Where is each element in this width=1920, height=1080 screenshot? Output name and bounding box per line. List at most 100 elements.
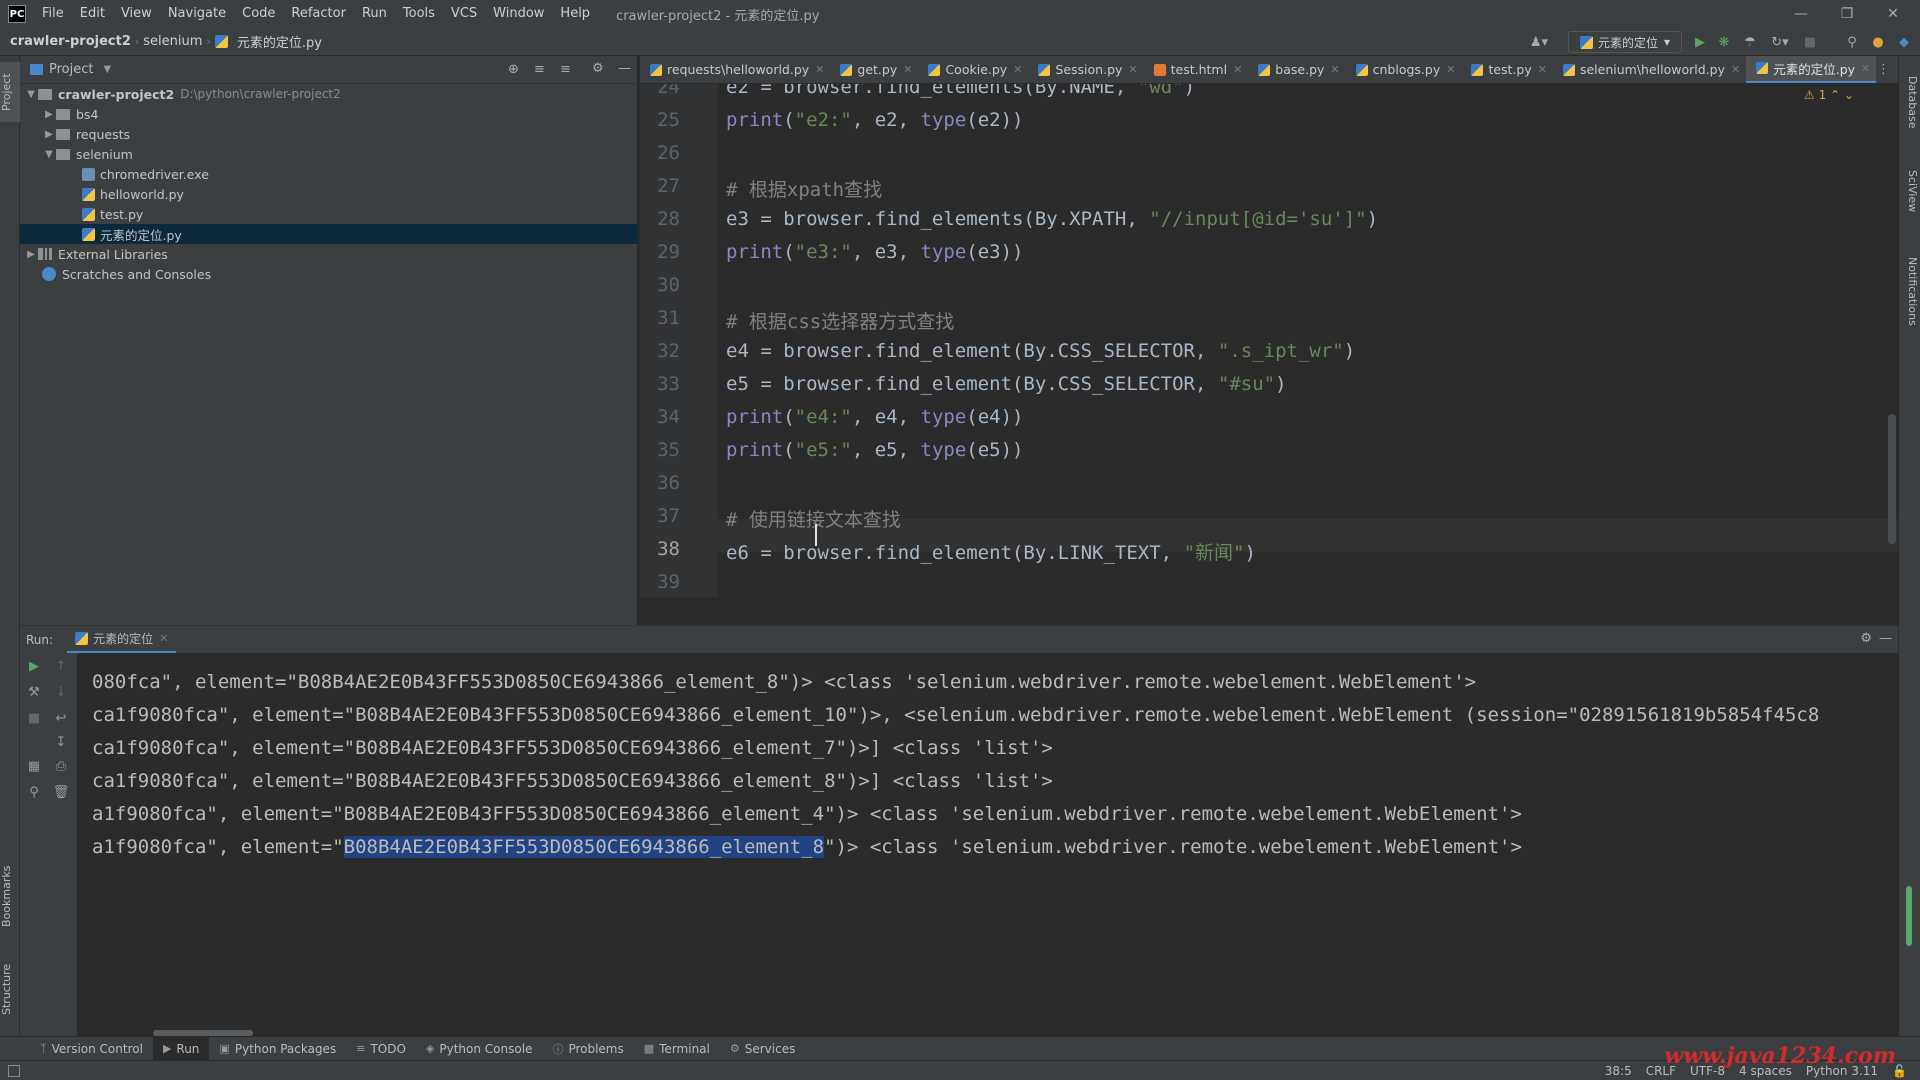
close-window-icon[interactable]: ✕ (1870, 0, 1916, 28)
tree-item-scratches[interactable]: Scratches and Consoles (20, 264, 638, 284)
update-icon[interactable]: ● (1868, 31, 1888, 53)
gear-icon[interactable]: ⚙ (1860, 631, 1872, 646)
run-config-select[interactable]: 元素的定位 ▾ (1568, 31, 1682, 53)
tool-python-console[interactable]: ◈ Python Console (416, 1037, 543, 1061)
close-icon[interactable]: ✕ (1731, 63, 1740, 76)
tree-item-element-locate[interactable]: 元素的定位.py (20, 224, 638, 244)
menu-refactor[interactable]: Refactor (283, 0, 354, 28)
menu-tools[interactable]: Tools (395, 0, 443, 28)
notifications-tool-tab[interactable]: Notifications (1899, 236, 1919, 346)
code-line[interactable]: # 使用链接文本查找 (726, 505, 901, 532)
bookmarks-tool-tab[interactable]: Bookmarks (0, 856, 20, 936)
status-caret-position[interactable]: 38:5 (1598, 1064, 1639, 1078)
up-arrow-icon[interactable]: ↑ (52, 657, 70, 675)
code-line[interactable]: e2 = browser.find_elements(By.NAME, "wd"… (726, 84, 1195, 98)
rerun-icon[interactable]: ▶ (25, 657, 43, 675)
menu-view[interactable]: View (113, 0, 160, 28)
code-line[interactable]: e4 = browser.find_element(By.CSS_SELECTO… (726, 340, 1355, 362)
tool-terminal[interactable]: ▩ Terminal (634, 1037, 720, 1061)
layout-icon[interactable]: ▦ (25, 757, 43, 775)
console-line[interactable]: a1f9080fca", element="B08B4AE2E0B43FF553… (92, 803, 1522, 825)
tree-item-chromedriver[interactable]: chromedriver.exe (20, 164, 638, 184)
menu-navigate[interactable]: Navigate (160, 0, 234, 28)
close-icon[interactable]: ✕ (815, 63, 824, 76)
minimize-icon[interactable]: — (1778, 0, 1824, 28)
editor-scrollbar[interactable] (1888, 414, 1896, 544)
console-line[interactable]: ca1f9080fca", element="B08B4AE2E0B43FF55… (92, 770, 1053, 792)
close-icon[interactable]: ✕ (1330, 63, 1339, 76)
console-line[interactable]: a1f9080fca", element="B08B4AE2E0B43FF553… (92, 836, 1522, 858)
menu-code[interactable]: Code (234, 0, 283, 28)
close-icon[interactable]: ✕ (1013, 63, 1022, 76)
tree-item-requests[interactable]: ▶ requests (20, 124, 638, 144)
code-line[interactable]: # 根据xpath查找 (726, 175, 882, 202)
run-icon[interactable]: ▶ (1690, 31, 1710, 53)
tool-problems[interactable]: ⓘ Problems (542, 1037, 633, 1061)
locate-icon[interactable]: ⊕ (508, 62, 519, 77)
structure-tool-tab[interactable]: Structure (0, 954, 20, 1024)
code-line[interactable]: print("e2:", e2, type(e2)) (726, 109, 1023, 131)
tab-test-html[interactable]: test.html ✕ (1144, 56, 1249, 83)
run-tab[interactable]: 元素的定位 ✕ (67, 626, 177, 654)
breadcrumb-file[interactable]: 元素的定位.py (233, 32, 326, 51)
tree-item-selenium[interactable]: ▼ selenium (20, 144, 638, 164)
wrench-icon[interactable]: ⚒ (25, 683, 43, 701)
tree-item-bs4[interactable]: ▶ bs4 (20, 104, 638, 124)
close-icon[interactable]: ✕ (1538, 63, 1547, 76)
warning-indicator[interactable]: ⚠ 1 ⌃ ⌄ (1804, 88, 1854, 102)
trash-icon[interactable]: 🗑 (52, 783, 70, 801)
chevron-down-icon[interactable]: ▼ (103, 64, 111, 75)
tool-python-packages[interactable]: ▣ Python Packages (209, 1037, 346, 1061)
sciview-tool-tab[interactable]: SciView (1899, 156, 1919, 226)
project-tool-tab[interactable]: Project (0, 62, 20, 122)
code-line[interactable]: e6 = browser.find_element(By.LINK_TEXT, … (726, 538, 1256, 565)
database-tool-tab[interactable]: Database (1899, 62, 1919, 142)
search-icon[interactable]: ⚲ (1842, 31, 1862, 53)
tab-session[interactable]: Session.py ✕ (1028, 56, 1143, 83)
tab-test[interactable]: test.py ✕ (1461, 56, 1553, 83)
tree-item-external-libraries[interactable]: ▶ External Libraries (20, 244, 638, 264)
menu-window[interactable]: Window (485, 0, 552, 28)
code-line[interactable]: print("e4:", e4, type(e4)) (726, 406, 1023, 428)
close-icon[interactable]: ✕ (1861, 62, 1870, 75)
code-line[interactable]: print("e3:", e3, type(e3)) (726, 241, 1023, 263)
coverage-icon[interactable]: ☂ (1740, 31, 1760, 53)
expand-all-icon[interactable]: ≡ (534, 62, 545, 77)
scroll-to-end-icon[interactable]: ↧ (52, 733, 70, 751)
tab-selenium-helloworld[interactable]: selenium\helloworld.py ✕ (1553, 56, 1746, 83)
code-line[interactable]: # 根据css选择器方式查找 (726, 307, 954, 334)
tool-version-control[interactable]: ᛉ Version Control (30, 1037, 153, 1061)
tab-get[interactable]: get.py ✕ (830, 56, 918, 83)
tool-todo[interactable]: ≡ TODO (346, 1037, 416, 1061)
layout-toggle-icon[interactable] (8, 1064, 20, 1077)
breadcrumb-project[interactable]: crawler-project2 (0, 34, 135, 49)
plugin-icon[interactable]: ◆ (1894, 31, 1914, 53)
collapse-all-icon[interactable]: ≡ (560, 62, 571, 77)
close-icon[interactable]: ✕ (903, 63, 912, 76)
restore-icon[interactable]: ❐ (1824, 0, 1870, 28)
tab-element-locate[interactable]: 元素的定位.py ✕ (1746, 56, 1877, 83)
console-line[interactable]: ca1f9080fca", element="B08B4AE2E0B43FF55… (92, 737, 1053, 759)
menu-vcs[interactable]: VCS (443, 0, 485, 28)
tree-item-project-root[interactable]: ▼ crawler-project2 D:\python\crawler-pro… (20, 84, 638, 104)
menu-edit[interactable]: Edit (72, 0, 113, 28)
code-line[interactable]: print("e5:", e5, type(e5)) (726, 439, 1023, 461)
soft-wrap-icon[interactable]: ↩ (52, 709, 70, 727)
debug-icon[interactable]: ❋ (1714, 31, 1734, 53)
tool-run[interactable]: ▶ Run (152, 1036, 210, 1061)
profile-icon[interactable]: ↻▾ (1766, 31, 1794, 53)
stop-icon[interactable]: ■ (1800, 31, 1820, 53)
tab-cnblogs[interactable]: cnblogs.py ✕ (1346, 56, 1462, 83)
gear-icon[interactable]: ⚙ (592, 61, 604, 76)
console-line[interactable]: 080fca", element="B08B4AE2E0B43FF553D085… (92, 671, 1476, 693)
user-icon[interactable]: ♟▾ (1524, 31, 1554, 53)
menu-run[interactable]: Run (354, 0, 395, 28)
menu-help[interactable]: Help (552, 0, 598, 28)
menu-file[interactable]: File (34, 0, 72, 28)
pin-icon[interactable]: ⚲ (25, 783, 43, 801)
breadcrumb-folder[interactable]: selenium (139, 34, 206, 49)
print-icon[interactable]: ⎙ (52, 757, 70, 775)
code-line[interactable]: e3 = browser.find_elements(By.XPATH, "//… (726, 208, 1378, 230)
console-selection[interactable]: B08B4AE2E0B43FF553D0850CE6943866_element… (343, 836, 825, 858)
project-panel-title[interactable]: Project (49, 62, 93, 77)
